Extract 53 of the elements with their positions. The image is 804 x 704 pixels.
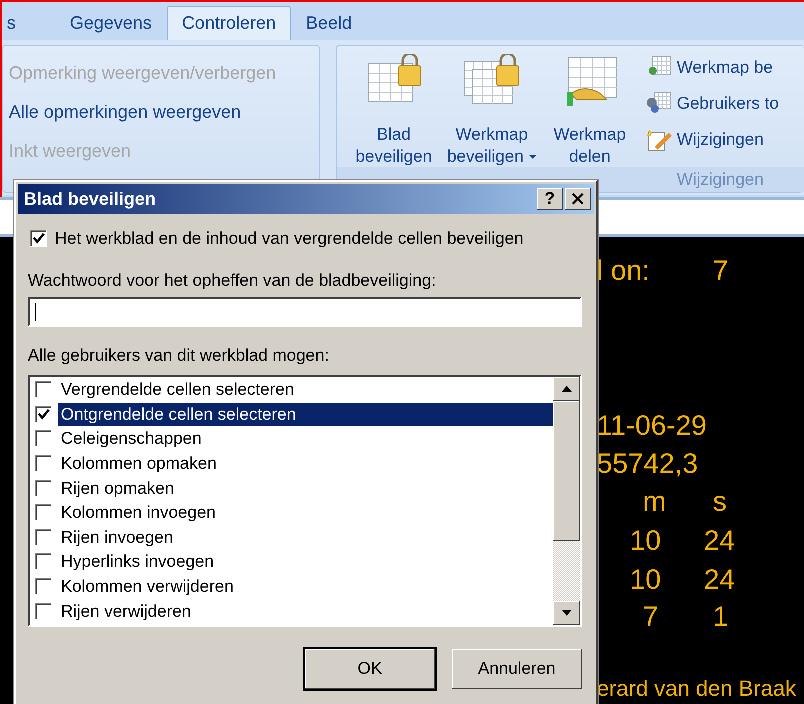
sheet-cell-text: m [643, 485, 666, 519]
list-item[interactable]: Kolommen verwijderen [58, 575, 553, 598]
password-field[interactable] [28, 297, 582, 327]
list-item[interactable]: Ontgrendelde cellen selecteren [58, 402, 553, 426]
scroll-down-button[interactable] [553, 600, 580, 624]
list-item[interactable]: Rijen invoegen [58, 526, 553, 549]
ribbon-tab[interactable]: Gegevens [55, 6, 168, 40]
ribbon-button[interactable]: Gebruikers to [645, 86, 780, 122]
sheet-cell-text: 24 [704, 524, 736, 558]
list-item[interactable]: Rijen verwijderen [58, 600, 553, 623]
ribbon-tab[interactable]: Controleren [167, 6, 292, 40]
up-arrow-icon [562, 386, 572, 392]
ribbon-button[interactable]: Blad beveiligen [345, 54, 443, 168]
list-item[interactable]: Kolommen invoegen [58, 501, 553, 524]
field-label: Wachtwoord voor het opheffen van de bladbeveiliging: [27, 270, 438, 292]
sheet-cell-text: 11-06-29 [597, 409, 708, 443]
scrollbar[interactable] [553, 376, 580, 624]
ribbon-button[interactable]: Werkmap delen [541, 54, 639, 168]
ribbon-tab[interactable]: s [2, 6, 31, 40]
down-arrow-icon [562, 610, 572, 616]
checkbox-label: Het werkblad en de inhoud van vergrendelde cellen beveiligen [55, 228, 524, 250]
close-button[interactable] [565, 188, 591, 210]
ribbon-button[interactable]: Werkmap be [645, 50, 780, 86]
check-icon [32, 233, 44, 244]
sheet-cell-text: 7 [713, 254, 729, 288]
list-item[interactable]: Hyperlinks invoegen [58, 550, 553, 574]
sheet-cell-text: 24 [704, 563, 736, 597]
list-label: Alle gebruikers van dit werkblad mogen: [27, 345, 330, 367]
checkbox[interactable] [30, 230, 47, 248]
close-icon [571, 193, 585, 205]
dialog-title: Blad beveiligen [24, 188, 158, 211]
list-item[interactable]: Celeigenschappen [58, 427, 553, 450]
sheet-cell-text: 55742,3 [597, 447, 698, 481]
sheet-cell-text: 10 [630, 524, 662, 558]
ribbon-button[interactable]: Wijzigingen [645, 122, 780, 158]
scroll-thumb[interactable] [553, 400, 580, 540]
list-item[interactable]: Rijen opmaken [58, 476, 553, 500]
help-button[interactable]: ? [537, 188, 563, 210]
check-icon [38, 408, 50, 420]
sheet-cell-text: s [713, 485, 727, 519]
ribbon-tab[interactable]: Beeld [291, 6, 368, 40]
sheet-cell-text: erard van den Braak [597, 675, 796, 703]
sheet-cell-text: l on: [597, 254, 650, 288]
dialog-button[interactable]: OK [305, 648, 435, 688]
list-item[interactable]: Vergrendelde cellen selecteren [58, 378, 553, 402]
sheet-cell-text: 1 [713, 600, 729, 634]
scroll-up-button[interactable] [553, 376, 580, 400]
ribbon-button[interactable]: Werkmap beveiligen [443, 54, 541, 168]
sheet-cell-text: 10 [630, 563, 662, 597]
list-item[interactable]: Kolommen opmaken [58, 452, 553, 476]
sheet-cell-text: 7 [643, 600, 659, 634]
dialog-button[interactable]: Annuleren [452, 648, 582, 688]
ribbon-command[interactable]: Alle opmerkingen weergeven [9, 93, 313, 132]
